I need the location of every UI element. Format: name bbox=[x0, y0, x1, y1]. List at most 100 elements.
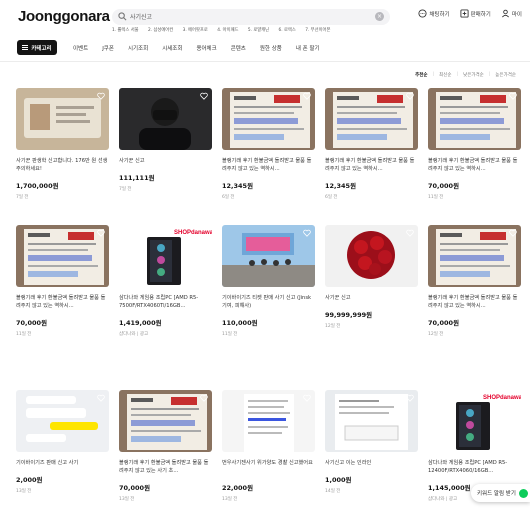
product-time: 6일 전 bbox=[222, 195, 235, 200]
heart-icon[interactable] bbox=[303, 229, 311, 237]
chat-button[interactable]: 채팅하기 bbox=[418, 9, 450, 18]
menu-item[interactable]: 원한 상품 bbox=[260, 44, 282, 52]
product-title[interactable]: 블랭기래 후기 환불금액 돌려받고 물품 돌려주지 않고 있는 역하시... bbox=[222, 157, 315, 173]
product-thumbnail[interactable] bbox=[325, 88, 418, 150]
product-card[interactable]: SHOPdanawa 삼다나와 게임용 조립PC [AMD R5-7500F/RT… bbox=[119, 225, 212, 345]
product-title[interactable]: 블랭기래 후기 환불금액 돌려받고 물품 돌려주지 않고 있는 역하시... bbox=[428, 294, 521, 310]
heart-icon[interactable] bbox=[406, 92, 414, 100]
product-thumbnail[interactable]: SHOPdanawa bbox=[428, 390, 521, 452]
hotword[interactable]: 7. 무선이어폰 bbox=[305, 28, 330, 33]
product-card[interactable]: 블랭기래 후기 환불금액 돌려받고 물품 돌려주지 않고 있는 사기 초... 7… bbox=[119, 390, 212, 510]
sort-option[interactable]: 높은가격순 bbox=[495, 72, 516, 78]
product-price: 110,000원 bbox=[222, 319, 258, 327]
product-price: 99,999,999원 bbox=[325, 311, 373, 319]
search-input[interactable]: 사기신고 bbox=[130, 12, 152, 21]
product-thumbnail[interactable] bbox=[16, 225, 109, 287]
product-title[interactable]: 블랭기래 후기 환불금액 돌려받고 물품 돌려주지 않고 있는 역하시... bbox=[428, 157, 521, 173]
product-price: 1,700,000원 bbox=[16, 182, 59, 190]
product-card[interactable]: 사기꾼 판생학 신고합니다. 176만 원 선생 주의하세요! 1,700,000… bbox=[16, 88, 109, 208]
product-thumbnail[interactable] bbox=[119, 88, 212, 150]
product-card[interactable]: 블랭기래 후기 환불금액 돌려받고 물품 돌려주지 않고 있는 역하시... 12… bbox=[325, 88, 418, 208]
heart-icon[interactable] bbox=[97, 394, 105, 402]
menu-item[interactable]: 용어체크 bbox=[196, 44, 216, 52]
heart-icon[interactable] bbox=[303, 92, 311, 100]
product-thumbnail[interactable] bbox=[428, 225, 521, 287]
product-title[interactable]: 블랭기래 후기 환불금액 돌려받고 물품 돌려주지 않고 있는 역하시... bbox=[325, 157, 418, 173]
hotword[interactable]: 6. 로렉스 bbox=[279, 28, 296, 33]
hotword[interactable]: 4. 아이패드 bbox=[217, 28, 238, 33]
search-bar[interactable]: 사기신고 × bbox=[112, 9, 390, 25]
heart-icon[interactable] bbox=[303, 394, 311, 402]
header: Joonggonara 사기신고 × 1. 롤렉스 서울 2. 삼성에어컨 3.… bbox=[0, 0, 530, 62]
heart-icon[interactable] bbox=[406, 229, 414, 237]
product-thumbnail[interactable] bbox=[119, 390, 212, 452]
product-card[interactable]: 블랭기래 후기 환불금액 돌려받고 물품 돌려주지 않고 있는 역하시... 70… bbox=[428, 88, 521, 208]
product-card[interactable]: 블랭기래 후기 환불금액 돌려받고 물품 돌려주지 않고 있는 역하시... 70… bbox=[428, 225, 521, 345]
product-card[interactable]: 기이바이기즈 티켓 판매 사기 신고 (Jinsk기여, 피해사) 110,000… bbox=[222, 225, 315, 345]
heart-icon[interactable] bbox=[509, 92, 517, 100]
heart-icon[interactable] bbox=[97, 92, 105, 100]
logo[interactable]: Joonggonara bbox=[18, 8, 110, 25]
product-title[interactable]: 사기신고 이는 인라인 bbox=[325, 459, 418, 467]
product-thumbnail[interactable] bbox=[16, 88, 109, 150]
product-title[interactable]: 번우사기젠사기 위가양도 경찰 신고했어요 bbox=[222, 459, 315, 467]
sort-option[interactable]: 낮은가격순 bbox=[463, 72, 484, 78]
product-thumbnail[interactable] bbox=[325, 390, 418, 452]
sell-button[interactable]: 판매하기 bbox=[460, 9, 491, 18]
product-card[interactable]: 사기신고 이는 인라인 1,000원 14일 전 bbox=[325, 390, 418, 510]
product-card[interactable]: 번우사기젠사기 위가양도 경찰 신고했어요 22,000원 13일 전 bbox=[222, 390, 315, 510]
my-button[interactable]: 마이 bbox=[501, 9, 522, 18]
product-price: 70,000원 bbox=[428, 182, 460, 190]
menu-icon bbox=[22, 45, 29, 50]
product-title[interactable]: 삼다나와 게임용 조립PC [AMD R5-12400F/RTX4060/16G… bbox=[428, 459, 521, 475]
product-thumbnail[interactable]: SHOPdanawa bbox=[119, 225, 212, 287]
product-title[interactable]: 기이바이기즈 판매 신고 사기 bbox=[16, 459, 109, 467]
product-thumbnail[interactable] bbox=[428, 88, 521, 150]
product-thumbnail[interactable] bbox=[222, 225, 315, 287]
product-time: 7일 전 bbox=[16, 195, 29, 200]
hotword[interactable]: 3. 에어팟프로 bbox=[183, 28, 208, 33]
product-card[interactable]: 블랭기래 후기 환불금액 돌려받고 물품 돌려주지 않고 있는 역하시... 70… bbox=[16, 225, 109, 345]
chat-icon bbox=[418, 9, 427, 18]
product-title[interactable]: 블랭기래 후기 환불금액 돌려받고 물품 돌려주지 않고 있는 역하시... bbox=[16, 294, 109, 310]
heart-icon[interactable] bbox=[200, 92, 208, 100]
menu-item[interactable]: 내 폰 팔기 bbox=[296, 44, 320, 52]
product-price: 1,419,000원 bbox=[119, 319, 162, 327]
product-title[interactable]: 기이바이기즈 티켓 판매 사기 신고 (Jinsk기여, 피해사) bbox=[222, 294, 315, 310]
product-title[interactable]: 사기꾼 신고 bbox=[119, 157, 212, 165]
menu-item[interactable]: 이벤트 bbox=[73, 44, 88, 52]
product-title[interactable]: 블랭기래 후기 환불금액 돌려받고 물품 돌려주지 않고 있는 사기 초... bbox=[119, 459, 212, 475]
product-time: 14일 전 bbox=[325, 489, 341, 494]
heart-icon[interactable] bbox=[200, 394, 208, 402]
hotword[interactable]: 1. 롤렉스 서울 bbox=[112, 28, 139, 33]
product-card[interactable]: 블랭기래 후기 환불금액 돌려받고 물품 돌려주지 않고 있는 역하시... 12… bbox=[222, 88, 315, 208]
product-card[interactable]: 사기꾼 신고 99,999,999원 12일 전 bbox=[325, 225, 418, 345]
category-button[interactable]: 카테고리 bbox=[17, 40, 57, 55]
menu-item[interactable]: 콘텐츠 bbox=[231, 44, 246, 52]
sort-option[interactable]: 최신순 bbox=[439, 72, 451, 78]
heart-icon[interactable] bbox=[406, 394, 414, 402]
product-time: 11일 전 bbox=[428, 195, 444, 200]
menu-item[interactable]: 시기조회 bbox=[128, 44, 148, 52]
product-thumbnail[interactable] bbox=[222, 390, 315, 452]
product-card[interactable]: 사기꾼 신고 111,111원 7일 전 bbox=[119, 88, 212, 208]
clear-icon[interactable]: × bbox=[375, 12, 384, 21]
menu-item[interactable]: 시세조회 bbox=[162, 44, 182, 52]
product-time: 12일 전 bbox=[428, 332, 444, 337]
product-thumbnail[interactable] bbox=[222, 88, 315, 150]
product-thumbnail[interactable] bbox=[325, 225, 418, 287]
product-card[interactable]: 기이바이기즈 판매 신고 사기 2,000원 13일 전 bbox=[16, 390, 109, 510]
menu-item[interactable]: J쿠폰 bbox=[102, 44, 114, 52]
keyword-alert-button[interactable]: 키워드 알림 받기 bbox=[471, 484, 530, 502]
hotword[interactable]: 2. 삼성에어컨 bbox=[148, 28, 173, 33]
heart-icon[interactable] bbox=[509, 229, 517, 237]
heart-icon[interactable] bbox=[97, 229, 105, 237]
product-time: 11일 전 bbox=[16, 332, 32, 337]
product-thumbnail[interactable] bbox=[16, 390, 109, 452]
product-title[interactable]: 삼다나와 게임용 조립PC [AMD R5-7500F/RTX4060Ti/16… bbox=[119, 294, 212, 310]
product-time: 샵다나와 | 광고 bbox=[119, 332, 149, 337]
product-title[interactable]: 사기꾼 판생학 신고합니다. 176만 원 선생 주의하세요! bbox=[16, 157, 109, 173]
sort-option[interactable]: 추천순 bbox=[415, 72, 427, 78]
product-title[interactable]: 사기꾼 신고 bbox=[325, 294, 418, 302]
hotword[interactable]: 5. 로얄캐닌 bbox=[248, 28, 269, 33]
